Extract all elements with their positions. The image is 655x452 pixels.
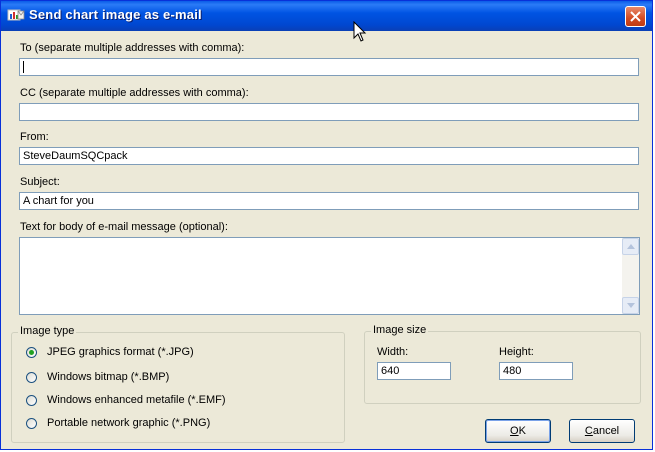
from-label: From:	[20, 131, 49, 143]
body-scrollbar[interactable]	[622, 238, 639, 314]
subject-label: Subject:	[20, 176, 60, 188]
ok-mnemonic: O	[510, 425, 519, 437]
radio-button-checked[interactable]	[26, 346, 37, 358]
radio-png-label: Portable network graphic (*.PNG)	[47, 417, 211, 429]
chart-mail-icon	[7, 9, 25, 21]
radio-jpg[interactable]: JPEG graphics format (*.JPG)	[26, 345, 194, 359]
from-input[interactable]: SteveDaumSQCpack	[19, 147, 639, 165]
radio-bmp[interactable]: Windows bitmap (*.BMP)	[26, 370, 169, 384]
ok-label: K	[518, 425, 526, 437]
image-type-title: Image type	[18, 325, 77, 337]
radio-jpg-label: JPEG graphics format (*.JPG)	[47, 346, 194, 358]
mouse-cursor-icon	[353, 21, 367, 42]
width-input[interactable]: 640	[377, 362, 451, 380]
window-title: Send chart image as e-mail	[29, 7, 202, 22]
to-label: To (separate multiple addresses with com…	[20, 42, 245, 54]
cancel-mnemonic: C	[584, 425, 593, 437]
radio-bmp-label: Windows bitmap (*.BMP)	[47, 371, 170, 383]
dialog-window: Send chart image as e-mail To (separate …	[0, 0, 653, 450]
cc-input[interactable]	[19, 103, 639, 121]
arrow-down-icon	[627, 303, 635, 308]
radio-button[interactable]	[26, 371, 37, 383]
image-type-group: Image type JPEG graphics format (*.JPG) …	[11, 325, 345, 443]
height-value: 480	[503, 365, 522, 377]
scroll-up-button[interactable]	[622, 238, 639, 255]
arrow-up-icon	[627, 244, 635, 249]
subject-input[interactable]: A chart for you	[19, 192, 639, 210]
radio-emf[interactable]: Windows enhanced metafile (*.EMF)	[26, 393, 226, 407]
body-label: Text for body of e-mail message (optiona…	[20, 221, 228, 233]
image-size-title: Image size	[371, 324, 429, 336]
radio-emf-label: Windows enhanced metafile (*.EMF)	[47, 394, 226, 406]
width-label: Width:	[377, 346, 409, 358]
cancel-label: ancel	[592, 425, 620, 437]
image-size-group: Image size Width: 640 Height: 480	[364, 324, 641, 404]
scroll-down-button[interactable]	[622, 297, 639, 314]
radio-png[interactable]: Portable network graphic (*.PNG)	[26, 416, 210, 430]
radio-button[interactable]	[26, 394, 37, 406]
close-icon	[630, 11, 641, 22]
to-input[interactable]	[19, 58, 639, 76]
radio-button[interactable]	[26, 417, 37, 429]
text-caret	[23, 61, 24, 73]
body-textarea[interactable]	[19, 237, 640, 315]
title-bar[interactable]: Send chart image as e-mail	[1, 1, 652, 31]
cancel-button[interactable]: Cancel	[569, 419, 635, 443]
close-button[interactable]	[625, 6, 646, 27]
height-label: Height:	[499, 346, 534, 358]
height-input[interactable]: 480	[499, 362, 573, 380]
width-value: 640	[381, 365, 400, 377]
from-value: SteveDaumSQCpack	[23, 150, 128, 162]
subject-value: A chart for you	[23, 195, 94, 207]
cc-label: CC (separate multiple addresses with com…	[20, 87, 249, 99]
ok-button[interactable]: OK	[485, 419, 551, 443]
